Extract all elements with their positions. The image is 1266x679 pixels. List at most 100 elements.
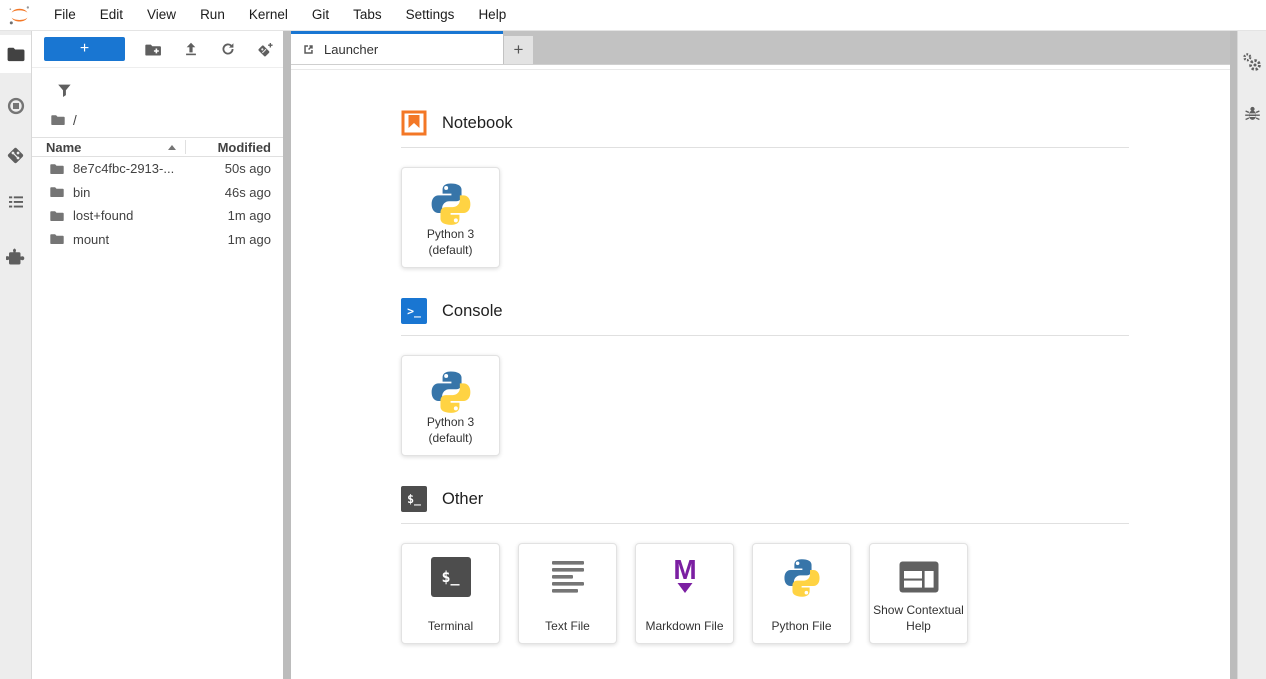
file-modified: 1m ago (227, 208, 271, 224)
card-label-line1: Python 3 (426, 415, 475, 430)
upload-button[interactable] (182, 41, 199, 58)
python-logo-icon (425, 181, 477, 227)
contextual-help-icon (899, 561, 938, 593)
menu-settings[interactable]: Settings (394, 0, 467, 30)
sidebar-tab-git[interactable] (0, 136, 31, 174)
refresh-icon (222, 43, 233, 55)
markdown-icon: M (673, 557, 696, 593)
card-label-line2: (default) (428, 431, 473, 446)
section-divider (401, 147, 1129, 148)
git-icon (7, 147, 24, 163)
funnel-filter-icon (58, 84, 71, 97)
section-other: $_ Other $_ Terminal Text File M Markdow… (401, 486, 1129, 644)
card-label-line2: (default) (428, 243, 473, 258)
file-name: mount (73, 231, 110, 247)
sidebar-tab-extensions[interactable] (0, 237, 31, 275)
file-modified: 50s ago (224, 161, 271, 177)
python-logo-icon (781, 557, 823, 599)
file-row[interactable]: bin 46s ago (32, 181, 283, 205)
menu-tabs[interactable]: Tabs (341, 0, 394, 30)
file-list-header: Name Modified (32, 137, 283, 157)
file-browser-panel: + / Name Modified 8e7c4fbc-2913-... 50s … (32, 31, 283, 679)
gears-icon (1242, 52, 1261, 71)
breadcrumb: / (32, 106, 283, 134)
left-panel-splitter[interactable] (283, 31, 291, 679)
breadcrumb-root[interactable]: / (73, 113, 77, 128)
section-title-console: Console (442, 301, 503, 320)
column-divider (185, 140, 186, 154)
notebook-icon (401, 110, 427, 136)
column-header-modified[interactable]: Modified (218, 140, 271, 155)
section-divider (401, 335, 1129, 336)
table-of-contents-icon (8, 196, 23, 208)
upload-icon (185, 42, 196, 56)
file-row[interactable]: lost+found 1m ago (32, 204, 283, 228)
card-label: Python File (771, 619, 832, 634)
sidebar-tab-running[interactable] (0, 87, 31, 125)
refresh-button[interactable] (219, 41, 236, 58)
menu-edit[interactable]: Edit (88, 0, 135, 30)
terminal-icon: $_ (401, 486, 427, 512)
main-dock-panel: Launcher + Notebook Python 3 (default) >… (291, 31, 1230, 679)
new-tab-button[interactable]: + (504, 36, 533, 64)
launcher-card-text-file[interactable]: Text File (518, 543, 617, 644)
launcher-card-contextual-help[interactable]: Show Contextual Help (869, 543, 968, 644)
folder-icon (50, 234, 64, 245)
folder-icon (50, 211, 64, 221)
terminal-icon: $_ (430, 557, 471, 597)
section-title-notebook: Notebook (442, 113, 513, 132)
sidebar-tab-toc[interactable] (0, 183, 31, 221)
new-folder-button[interactable] (145, 41, 162, 58)
launcher-panel: Notebook Python 3 (default) >_ Console P… (291, 64, 1230, 679)
right-panel-splitter[interactable] (1230, 31, 1237, 679)
sidebar-tab-file-browser[interactable] (0, 35, 31, 73)
puzzle-extension-icon (6, 248, 25, 264)
file-name: bin (73, 184, 91, 200)
file-filter-row (32, 74, 283, 106)
filter-toggle-button[interactable] (57, 83, 72, 98)
card-label: Markdown File (645, 619, 724, 634)
launcher-card-notebook-python3[interactable]: Python 3 (default) (401, 167, 500, 268)
file-modified: 46s ago (224, 184, 271, 200)
card-label-line1: Python 3 (426, 227, 475, 242)
menu-git[interactable]: Git (300, 0, 341, 30)
running-sessions-icon (7, 97, 24, 115)
tab-launcher[interactable]: Launcher (291, 31, 503, 64)
folder-icon (50, 164, 64, 174)
card-label: Terminal (427, 619, 474, 634)
file-row[interactable]: 8e7c4fbc-2913-... 50s ago (32, 157, 283, 181)
right-activity-bar (1237, 31, 1266, 679)
git-clone-icon (258, 42, 273, 56)
launcher-card-terminal[interactable]: $_ Terminal (401, 543, 500, 644)
new-launcher-button[interactable]: + (44, 37, 125, 61)
launcher-tab-icon (304, 44, 313, 54)
file-name: lost+found (73, 208, 134, 224)
section-divider (401, 523, 1129, 524)
menu-file[interactable]: File (42, 0, 88, 30)
svg-text:M: M (673, 557, 696, 585)
menu-help[interactable]: Help (466, 0, 518, 30)
section-notebook: Notebook Python 3 (default) (401, 110, 1129, 268)
git-clone-button[interactable] (256, 41, 273, 58)
sidebar-tab-debugger[interactable] (1238, 94, 1266, 132)
python-logo-icon (425, 369, 477, 415)
card-label: Text File (545, 619, 590, 634)
card-label: Show Contextual Help (873, 603, 964, 634)
menu-run[interactable]: Run (188, 0, 237, 30)
file-modified: 1m ago (227, 231, 271, 247)
tab-bar: Launcher + (291, 31, 1230, 64)
launcher-card-markdown-file[interactable]: M Markdown File (635, 543, 734, 644)
file-row[interactable]: mount 1m ago (32, 228, 283, 252)
bug-debugger-icon (1244, 106, 1260, 120)
text-file-icon (551, 561, 584, 593)
console-icon: >_ (401, 298, 427, 324)
home-folder-icon[interactable] (50, 112, 66, 128)
menu-kernel[interactable]: Kernel (237, 0, 300, 30)
menu-view[interactable]: View (135, 0, 188, 30)
launcher-card-console-python3[interactable]: Python 3 (default) (401, 355, 500, 456)
folder-icon (50, 187, 64, 198)
tab-launcher-label: Launcher (324, 41, 379, 57)
sidebar-tab-property-inspector[interactable] (1238, 43, 1266, 81)
launcher-card-python-file[interactable]: Python File (752, 543, 851, 644)
column-header-name[interactable]: Name (32, 140, 81, 155)
